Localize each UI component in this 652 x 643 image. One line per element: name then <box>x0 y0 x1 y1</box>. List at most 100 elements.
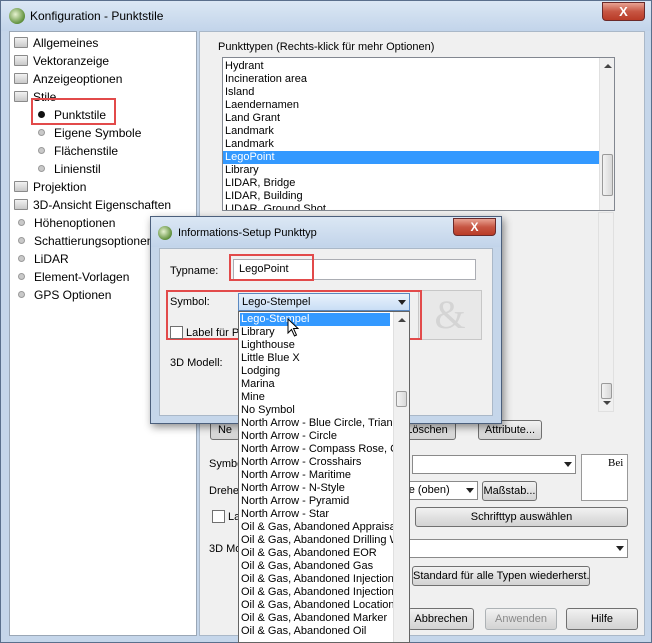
dropdown-option[interactable]: Oil & Gas, Abandoned Marker <box>241 612 387 625</box>
scale-button[interactable]: Maßstab... <box>482 481 537 501</box>
model3d-combo-main[interactable] <box>398 539 628 558</box>
model3d-dialog-label: 3D Modell: <box>170 357 223 369</box>
tree-item-label: Vektoranzeige <box>33 54 110 68</box>
dropdown-option[interactable]: Mine <box>241 391 265 404</box>
tree-item-höhenoptionen[interactable]: Höhenoptionen <box>14 214 115 232</box>
tree-item-label: Allgemeines <box>33 36 99 50</box>
list-scrollbar-lower[interactable] <box>598 212 614 412</box>
tree-item-flächenstile[interactable]: Flächenstile <box>34 142 118 160</box>
apply-button[interactable]: Anwenden <box>485 608 557 630</box>
tree-item-vektoranzeige[interactable]: Vektoranzeige <box>14 52 109 70</box>
list-scrollbar[interactable] <box>599 58 614 210</box>
tree-item-3d-ansicht-eigenschaften[interactable]: 3D-Ansicht Eigenschaften <box>14 196 171 214</box>
tree-item-label: 3D-Ansicht Eigenschaften <box>33 198 172 212</box>
scroll-thumb-lower[interactable] <box>601 383 612 399</box>
dialog-close-button[interactable]: X <box>453 218 496 236</box>
dialog-title: Informations-Setup Punkttyp <box>178 227 317 239</box>
tree-item-label: Element-Vorlagen <box>34 270 130 284</box>
dropdown-option[interactable]: Oil & Gas, Abandoned Appraisal <box>241 521 398 534</box>
dropdown-option[interactable]: Lighthouse <box>241 339 295 352</box>
tree-item-label: Projektion <box>33 180 87 194</box>
dropdown-scrollbar[interactable] <box>393 312 409 642</box>
list-item[interactable]: Land Grant <box>225 112 280 125</box>
restore-defaults-button[interactable]: Standard für alle Typen wiederherst. <box>412 566 590 586</box>
label-checkbox-main[interactable] <box>212 510 225 523</box>
dropdown-option[interactable]: North Arrow - N-Style <box>241 482 345 495</box>
label-checkbox-dialog[interactable] <box>170 326 183 339</box>
dropdown-option[interactable]: Oil & Gas, Abandoned Gas <box>241 560 373 573</box>
dropdown-option[interactable]: Lego-Stempel <box>240 313 390 326</box>
radio-bullet-icon <box>18 255 25 262</box>
tree-item-schattierungsoptionen[interactable]: Schattierungsoptionen <box>14 232 153 250</box>
tree-item-projektion[interactable]: Projektion <box>14 178 86 196</box>
dropdown-option[interactable]: North Arrow - Star <box>241 508 329 521</box>
list-item[interactable]: LIDAR, Bridge <box>225 177 295 190</box>
tree-item-lidar[interactable]: LiDAR <box>14 250 69 268</box>
dropdown-option[interactable]: North Arrow - Compass Rose, Co <box>241 443 404 456</box>
dropdown-option[interactable]: North Arrow - Maritime <box>241 469 351 482</box>
radio-bullet-icon <box>18 273 25 280</box>
list-item[interactable]: Laendernamen <box>225 99 299 112</box>
list-item[interactable]: LIDAR, Building <box>225 190 303 203</box>
dropdown-option[interactable]: Lodging <box>241 365 280 378</box>
preview-text: Bei <box>608 457 624 469</box>
chevron-down-icon <box>466 488 474 493</box>
list-item[interactable]: Landmark <box>225 125 274 138</box>
dropdown-option[interactable]: No Symbol <box>241 404 295 417</box>
label-checkbox-dialog-label: Label für P <box>186 327 240 339</box>
symbol-combo-main[interactable] <box>412 455 576 474</box>
dropdown-option[interactable]: Oil & Gas, Abandoned EOR <box>241 547 377 560</box>
list-item[interactable]: Library <box>225 164 259 177</box>
point-types-list[interactable]: Hydrant Incineration area Island Laendernam… <box>222 57 615 211</box>
scroll-down-icon[interactable] <box>603 401 611 405</box>
dropdown-option[interactable]: Oil & Gas, Abandoned Location <box>241 599 395 612</box>
tree-item-label: GPS Optionen <box>34 288 112 302</box>
folder-icon <box>14 55 28 66</box>
help-button[interactable]: Hilfe <box>566 608 638 630</box>
tree-item-allgemeines[interactable]: Allgemeines <box>14 34 98 52</box>
list-item[interactable]: Hydrant <box>225 60 264 73</box>
close-button[interactable]: X <box>602 2 645 21</box>
symbol-dropdown-list[interactable]: Lego-Stempel Library Lighthouse Little Blue… <box>238 311 410 643</box>
list-item[interactable]: LegoPoint <box>223 151 599 164</box>
tree-item-element-vorlagen[interactable]: Element-Vorlagen <box>14 268 129 286</box>
dropdown-option[interactable]: Oil & Gas, Abandoned Oil <box>241 625 366 638</box>
tree-item-eigene-symbole[interactable]: Eigene Symbole <box>34 124 141 142</box>
list-item[interactable]: Incineration area <box>225 73 307 86</box>
dialog-title-bar[interactable]: Informations-Setup Punkttyp X <box>151 217 501 247</box>
title-bar[interactable]: Konfiguration - Punktstile X <box>1 1 651 31</box>
tree-item-linienstil[interactable]: Linienstil <box>34 160 101 178</box>
list-item[interactable]: Island <box>225 86 254 99</box>
rotation-combo[interactable]: rte (oben) <box>398 481 478 500</box>
scroll-up-icon[interactable] <box>398 318 406 322</box>
annotation-box-punktstile <box>31 98 116 125</box>
cancel-button[interactable]: Abbrechen <box>408 608 474 630</box>
tree-item-label: LiDAR <box>34 252 69 266</box>
model3d-label-main: 3D Mo <box>209 543 242 555</box>
scroll-up-icon[interactable] <box>604 64 612 68</box>
mouse-cursor-icon <box>287 318 300 337</box>
dropdown-option[interactable]: North Arrow - Crosshairs <box>241 456 361 469</box>
font-select-button[interactable]: Schrifttyp auswählen <box>415 507 628 527</box>
tree-item-anzeigeoptionen[interactable]: Anzeigeoptionen <box>14 70 122 88</box>
dropdown-option[interactable]: Marina <box>241 378 275 391</box>
tree-item-label: Anzeigeoptionen <box>33 72 123 86</box>
dropdown-option[interactable]: Library <box>241 326 275 339</box>
scroll-thumb[interactable] <box>602 154 613 196</box>
dropdown-option[interactable]: Oil & Gas, Abandoned Injection I <box>241 586 400 599</box>
list-item[interactable]: LIDAR, Ground Shot <box>225 203 326 210</box>
app-icon <box>9 8 25 24</box>
dropdown-option[interactable]: Little Blue X <box>241 352 300 365</box>
radio-bullet-icon <box>18 291 25 298</box>
list-item[interactable]: Landmark <box>225 138 274 151</box>
app-icon <box>158 226 172 240</box>
dropdown-option[interactable]: Oil & Gas, Abandoned Injection C <box>241 573 405 586</box>
dropdown-option[interactable]: North Arrow - Blue Circle, Triang <box>241 417 399 430</box>
dropdown-option[interactable]: Oil & Gas, Abandoned Drilling W <box>241 534 400 547</box>
dropdown-option[interactable]: North Arrow - Pyramid <box>241 495 349 508</box>
folder-icon <box>14 91 28 102</box>
dropdown-option[interactable]: North Arrow - Circle <box>241 430 337 443</box>
folder-icon <box>14 199 28 210</box>
tree-item-gps-optionen[interactable]: GPS Optionen <box>14 286 111 304</box>
scroll-thumb[interactable] <box>396 391 407 407</box>
